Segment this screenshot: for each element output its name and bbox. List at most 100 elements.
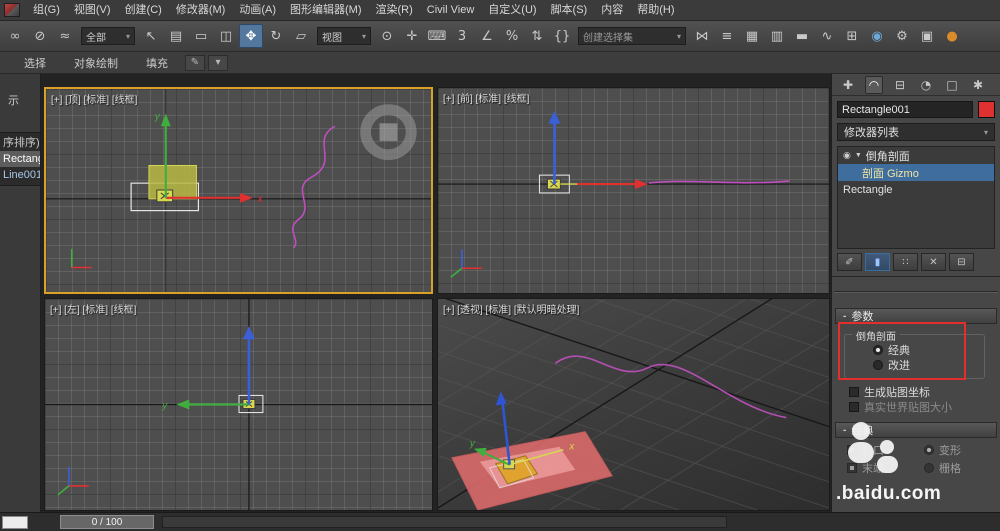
- select-and-link-icon[interactable]: ∞: [3, 24, 27, 48]
- scene-item[interactable]: Line001: [0, 167, 40, 183]
- reference-coordinate-dropdown[interactable]: 视图 ▾: [317, 27, 371, 45]
- profile-spline[interactable]: [554, 355, 787, 419]
- window-crossing-toggle-icon[interactable]: ◫: [214, 24, 238, 48]
- select-by-name-icon[interactable]: ▤: [164, 24, 188, 48]
- layer-explorer-toggle-icon[interactable]: ▥: [765, 24, 789, 48]
- steering-wheel-gizmo[interactable]: [360, 104, 417, 161]
- motion-tab-icon[interactable]: ◔: [917, 76, 935, 94]
- spinner-snap-icon[interactable]: ⇅: [525, 24, 549, 48]
- mini-listener[interactable]: [2, 515, 28, 529]
- captype-morph-option[interactable]: 变形: [918, 442, 995, 457]
- viewport-top-label[interactable]: [+] [顶] [标准] [线框]: [51, 91, 137, 106]
- improved-radio[interactable]: [873, 359, 883, 370]
- snap-toggle-icon[interactable]: 3: [450, 24, 474, 48]
- modifier-stack-row[interactable]: 剖面 Gizmo: [838, 164, 994, 181]
- scene-item[interactable]: 序排序): [0, 135, 40, 151]
- modifier-list-dropdown[interactable]: 修改器列表 ▾: [837, 123, 995, 141]
- profile-spline[interactable]: [648, 180, 790, 184]
- ribbon-tab-2[interactable]: 对象绘制: [60, 52, 132, 74]
- viewport-top-canvas[interactable]: x y: [46, 89, 431, 292]
- profile-spline[interactable]: [292, 125, 336, 249]
- viewport-front-label[interactable]: [+] [前] [标准] [线框]: [443, 90, 529, 105]
- object-name-field[interactable]: Rectangle001: [837, 101, 973, 118]
- viewport-left-label[interactable]: [+] [左] [标准] [线框]: [50, 301, 136, 316]
- select-and-manipulate-icon[interactable]: ✛: [400, 24, 424, 48]
- fill-options-caret-icon[interactable]: ▾: [208, 54, 228, 71]
- ribbon-tab-1[interactable]: 选择: [10, 52, 60, 74]
- display-tab-icon[interactable]: □: [943, 76, 961, 94]
- real-world-map-size-option[interactable]: 真实世界贴图大小: [835, 399, 997, 414]
- improved-radio-option[interactable]: 改进: [851, 357, 978, 372]
- hierarchy-tab-icon[interactable]: ⊟: [891, 76, 909, 94]
- parameters-rollout-header[interactable]: - 参数: [835, 308, 997, 324]
- menu-item-1[interactable]: 组(G): [26, 0, 67, 20]
- create-tab-icon[interactable]: ✚: [839, 76, 857, 94]
- menu-item-9[interactable]: 自定义(U): [481, 0, 543, 20]
- select-and-move-icon[interactable]: ✥: [239, 24, 263, 48]
- pin-stack-button[interactable]: ✐: [837, 253, 862, 271]
- classic-radio-option[interactable]: 经典: [851, 342, 978, 357]
- rendered-frame-window-icon[interactable]: ▣: [915, 24, 939, 48]
- viewport-left[interactable]: [+] [左] [标准] [线框] y: [44, 298, 433, 511]
- ribbon-tab-3[interactable]: 填充: [132, 52, 182, 74]
- angle-snap-icon[interactable]: ∠: [475, 24, 499, 48]
- captype-morph-radio[interactable]: [924, 444, 934, 455]
- select-and-scale-icon[interactable]: ▱: [289, 24, 313, 48]
- bind-to-space-warp-icon[interactable]: ≈: [53, 24, 77, 48]
- app-logo-icon[interactable]: [4, 3, 20, 17]
- render-production-icon[interactable]: ●: [940, 24, 964, 48]
- classic-radio[interactable]: [873, 344, 883, 355]
- schematic-view-icon[interactable]: ⊞: [840, 24, 864, 48]
- edit-named-selection-sets-icon[interactable]: {}: [550, 24, 574, 48]
- lightbulb-icon[interactable]: ◉: [843, 150, 851, 161]
- modify-tab-icon[interactable]: ◠: [865, 75, 883, 94]
- object-color-swatch[interactable]: [978, 101, 995, 118]
- percent-snap-icon[interactable]: %: [500, 24, 524, 48]
- curve-editor-icon[interactable]: ∿: [815, 24, 839, 48]
- ribbon-toggle-icon[interactable]: ▬: [790, 24, 814, 48]
- captype-grid-radio[interactable]: [924, 462, 934, 473]
- viewport-front[interactable]: [+] [前] [标准] [线框]: [437, 87, 830, 294]
- menu-item-5[interactable]: 动画(A): [232, 0, 283, 20]
- viewport-top[interactable]: [+] [顶] [标准] [线框] x y: [44, 87, 433, 294]
- make-unique-button[interactable]: ∷: [893, 253, 918, 271]
- rectangular-selection-region-icon[interactable]: ▭: [189, 24, 213, 48]
- modifier-stack-row[interactable]: ◉ ▼ 倒角剖面: [838, 147, 994, 164]
- show-end-result-button[interactable]: ▮: [865, 253, 890, 271]
- menu-item-3[interactable]: 创建(C): [118, 0, 169, 20]
- generate-mapping-coords-option[interactable]: 生成贴图坐标: [835, 384, 997, 399]
- scene-item[interactable]: Rectang: [0, 151, 40, 167]
- menu-item-4[interactable]: 修改器(M): [169, 0, 233, 20]
- scene-explorer-toggle-icon[interactable]: ▦: [740, 24, 764, 48]
- align-icon[interactable]: ≡: [715, 24, 739, 48]
- menu-item-10[interactable]: 脚本(S): [544, 0, 595, 20]
- use-pivot-center-icon[interactable]: ⊙: [375, 24, 399, 48]
- viewport-perspective[interactable]: [+] [透视] [标准] [默认明暗处理] x y: [437, 298, 830, 511]
- menu-item-12[interactable]: 帮助(H): [630, 0, 681, 20]
- frame-number-display[interactable]: 0 / 100: [60, 515, 154, 529]
- select-object-icon[interactable]: ↖: [139, 24, 163, 48]
- menu-item-7[interactable]: 渲染(R): [369, 0, 420, 20]
- viewport-front-canvas[interactable]: [438, 88, 829, 293]
- remove-modifier-button[interactable]: ✕: [921, 253, 946, 271]
- utilities-tab-icon[interactable]: ✱: [969, 76, 987, 94]
- time-slider-track[interactable]: [162, 516, 727, 528]
- mirror-icon[interactable]: ⋈: [690, 24, 714, 48]
- viewport-perspective-label[interactable]: [+] [透视] [标准] [默认明暗处理]: [443, 301, 579, 316]
- fill-brush-icon[interactable]: ✎: [185, 54, 205, 71]
- configure-modifier-sets-button[interactable]: ⊟: [949, 253, 974, 271]
- keyboard-override-toggle-icon[interactable]: ⌨: [425, 24, 449, 48]
- material-editor-icon[interactable]: ◉: [865, 24, 889, 48]
- modifier-stack-row[interactable]: Rectangle: [838, 181, 994, 198]
- selection-filter-dropdown[interactable]: 全部 ▾: [81, 27, 135, 45]
- menu-item-6[interactable]: 图形编辑器(M): [283, 0, 369, 20]
- menu-item-11[interactable]: 内容: [594, 0, 630, 20]
- menu-item-8[interactable]: Civil View: [420, 0, 481, 20]
- real-world-map-size-checkbox[interactable]: [849, 401, 859, 412]
- select-and-rotate-icon[interactable]: ↻: [264, 24, 288, 48]
- render-setup-icon[interactable]: ⚙: [890, 24, 914, 48]
- unlink-selection-icon[interactable]: ⊘: [28, 24, 52, 48]
- expand-caret-icon[interactable]: ▼: [855, 152, 862, 159]
- menu-item-2[interactable]: 视图(V): [67, 0, 118, 20]
- named-selection-set-combo[interactable]: 创建选择集 ▾: [578, 27, 686, 45]
